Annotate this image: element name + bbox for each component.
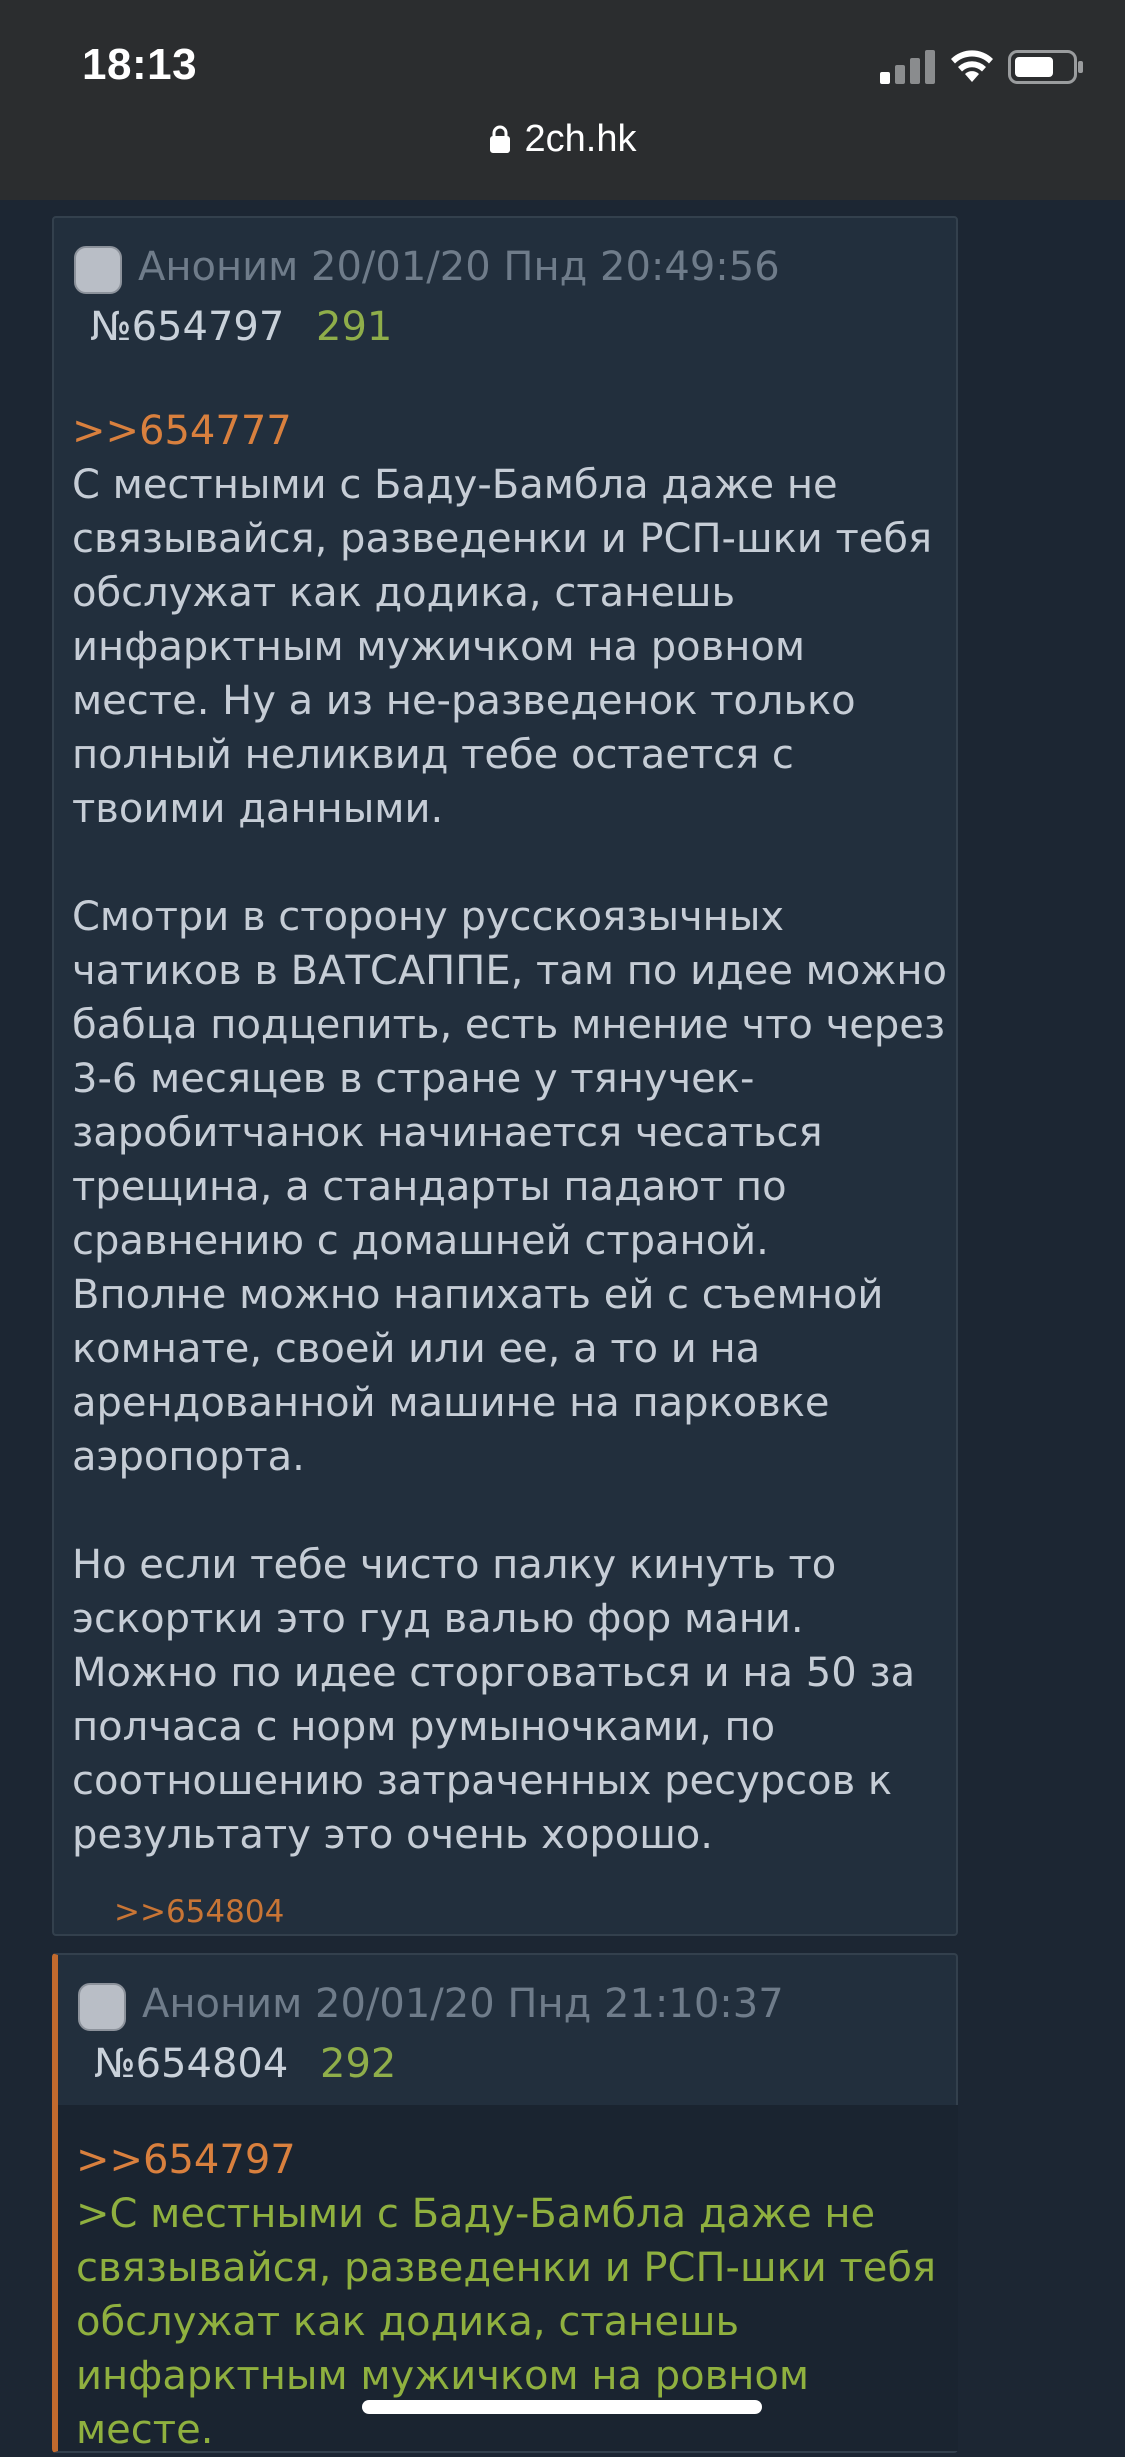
post-select-checkbox[interactable] [78, 1983, 126, 2031]
post-author: Аноним [142, 1981, 303, 2027]
reply-link[interactable]: >>654777 [72, 404, 952, 458]
post-index: 291 [316, 304, 393, 350]
post-index: 292 [320, 2041, 397, 2087]
post-number[interactable]: №654804 [94, 2041, 288, 2087]
post-header: Аноним 20/01/20 Пнд 20:49:56 №654797 291 [54, 218, 956, 358]
browser-top-bar: 18:13 2ch.hk [0, 0, 1125, 200]
post-meta: Аноним 20/01/20 Пнд 21:10:37 [142, 1981, 784, 2027]
post-select-checkbox[interactable] [74, 246, 122, 294]
url-text: 2ch.hk [524, 118, 637, 160]
post: Аноним 20/01/20 Пнд 20:49:56 №654797 291… [52, 216, 958, 1936]
backlink[interactable]: >>654804 [114, 1894, 284, 1930]
wifi-icon [951, 50, 993, 82]
reply-link[interactable]: >>654797 [76, 2133, 956, 2187]
post-author: Аноним [138, 244, 299, 290]
battery-icon [1008, 50, 1083, 84]
post-body: >>654777 С местными с Баду-Бамбла даже н… [72, 404, 952, 1862]
post-datetime: 20/01/20 Пнд 20:49:56 [311, 244, 780, 290]
post-header: Аноним 20/01/20 Пнд 21:10:37 №654804 292 [58, 1955, 956, 2095]
post-paragraph: Вполне можно напихать ей с съемной комна… [72, 1272, 884, 1480]
post-paragraph: С местными с Баду-Бамбла даже не связыва… [72, 462, 933, 832]
address-bar[interactable]: 2ch.hk [0, 118, 1125, 161]
cellular-signal-icon [880, 50, 935, 84]
post-meta: Аноним 20/01/20 Пнд 20:49:56 [138, 244, 780, 290]
post-datetime: 20/01/20 Пнд 21:10:37 [315, 1981, 784, 2027]
status-time: 18:13 [82, 40, 198, 89]
home-indicator[interactable] [362, 2400, 762, 2414]
post-number[interactable]: №654797 [90, 304, 284, 350]
post-paragraph: Смотри в сторону русскоязычных чатиков в… [72, 894, 947, 1264]
lock-icon [489, 125, 510, 153]
quote-text: >С местными с Баду-Бамбла даже не связыв… [76, 2191, 937, 2453]
post: Аноним 20/01/20 Пнд 21:10:37 №654804 292… [52, 1953, 958, 2453]
post-paragraph: Но если тебе чисто палку кинуть то эскор… [72, 1542, 916, 1858]
